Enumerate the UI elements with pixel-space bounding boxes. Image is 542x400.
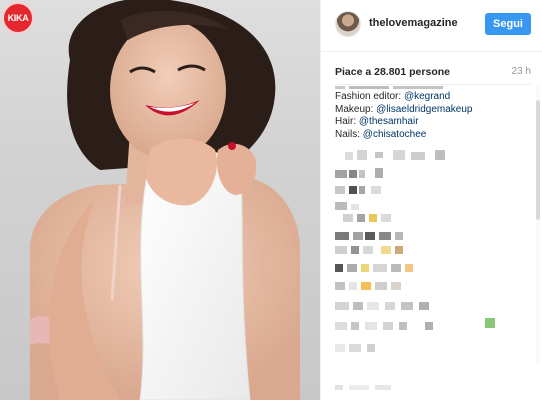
- likes-row: Piace a 28.801 persone 23 h: [335, 66, 531, 80]
- caption-label: Hair:: [335, 116, 359, 127]
- comment-input-area[interactable]: [335, 378, 531, 390]
- pixelated-comments: [335, 146, 531, 366]
- mention-link[interactable]: @kegrand: [404, 91, 450, 102]
- kika-logo: KIKA: [2, 2, 34, 34]
- mention-link[interactable]: @lisaeldridgemakeup: [376, 104, 472, 115]
- post-photo[interactable]: KIKA: [0, 0, 320, 400]
- caption-line-fashion: Fashion editor: @kegrand: [335, 91, 525, 104]
- avatar[interactable]: [335, 11, 361, 37]
- post-side-panel: thelovemagazine Segui Piace a 28.801 per…: [320, 0, 542, 400]
- divider: [335, 84, 531, 85]
- caption-line-nails: Nails: @chisatochee: [335, 129, 525, 142]
- post-header: thelovemagazine Segui: [321, 0, 542, 52]
- caption-line-hair: Hair: @thesamhair: [335, 116, 525, 129]
- caption-line-makeup: Makeup: @lisaeldridgemakeup: [335, 104, 525, 117]
- mention-link[interactable]: @thesamhair: [359, 116, 419, 127]
- follow-button[interactable]: Segui: [485, 13, 531, 35]
- scrollbar-thumb[interactable]: [536, 100, 540, 220]
- username-link[interactable]: thelovemagazine: [369, 17, 458, 29]
- caption-label: Makeup:: [335, 103, 377, 115]
- mention-link[interactable]: @chisatochee: [363, 129, 427, 140]
- likes-count[interactable]: Piace a 28.801 persone: [335, 66, 450, 78]
- photo-illustration: [30, 0, 300, 400]
- post-timestamp[interactable]: 23 h: [512, 66, 531, 77]
- pixelated-comments-icon: [335, 150, 495, 352]
- caption-label: Fashion editor:: [335, 91, 404, 102]
- caption-label: Nails:: [335, 128, 363, 140]
- blurred-footer-icon: [335, 385, 391, 390]
